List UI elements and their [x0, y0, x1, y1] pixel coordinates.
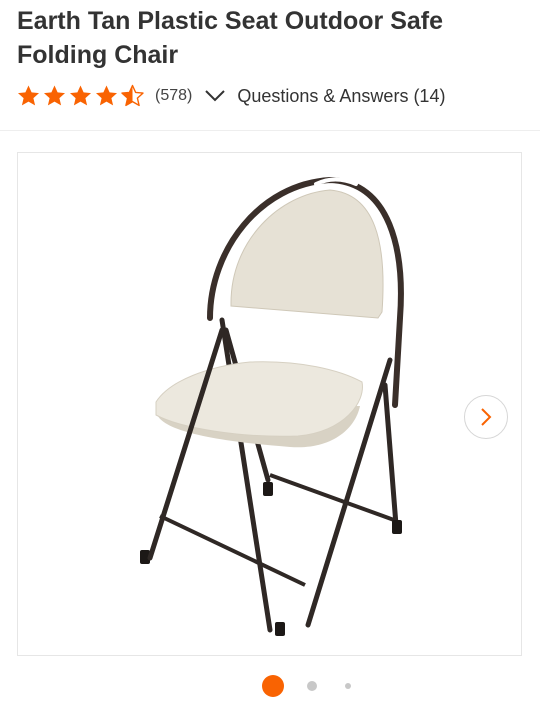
star-full-icon: [96, 85, 117, 106]
review-count[interactable]: (578): [155, 87, 192, 105]
questions-answers-link[interactable]: Questions & Answers (14): [237, 86, 445, 107]
star-rating[interactable]: [16, 84, 146, 108]
star-half-icon: [121, 84, 144, 107]
star-full-icon: [18, 85, 39, 106]
folding-chair-product-photo[interactable]: [130, 170, 410, 640]
chevron-right-icon: [481, 408, 492, 426]
product-title: Earth Tan Plastic Seat Outdoor Safe Fold…: [17, 7, 444, 69]
carousel-dot[interactable]: [307, 681, 317, 691]
next-image-button[interactable]: [464, 395, 508, 439]
chevron-down-icon[interactable]: [204, 89, 226, 103]
star-full-icon: [44, 85, 65, 106]
divider: [0, 130, 540, 131]
carousel-dot-active[interactable]: [262, 675, 284, 697]
carousel-dot[interactable]: [345, 683, 351, 689]
star-full-icon: [70, 85, 91, 106]
rating-row: (578) Questions & Answers (14): [16, 82, 445, 110]
carousel-pagination: [0, 674, 540, 698]
